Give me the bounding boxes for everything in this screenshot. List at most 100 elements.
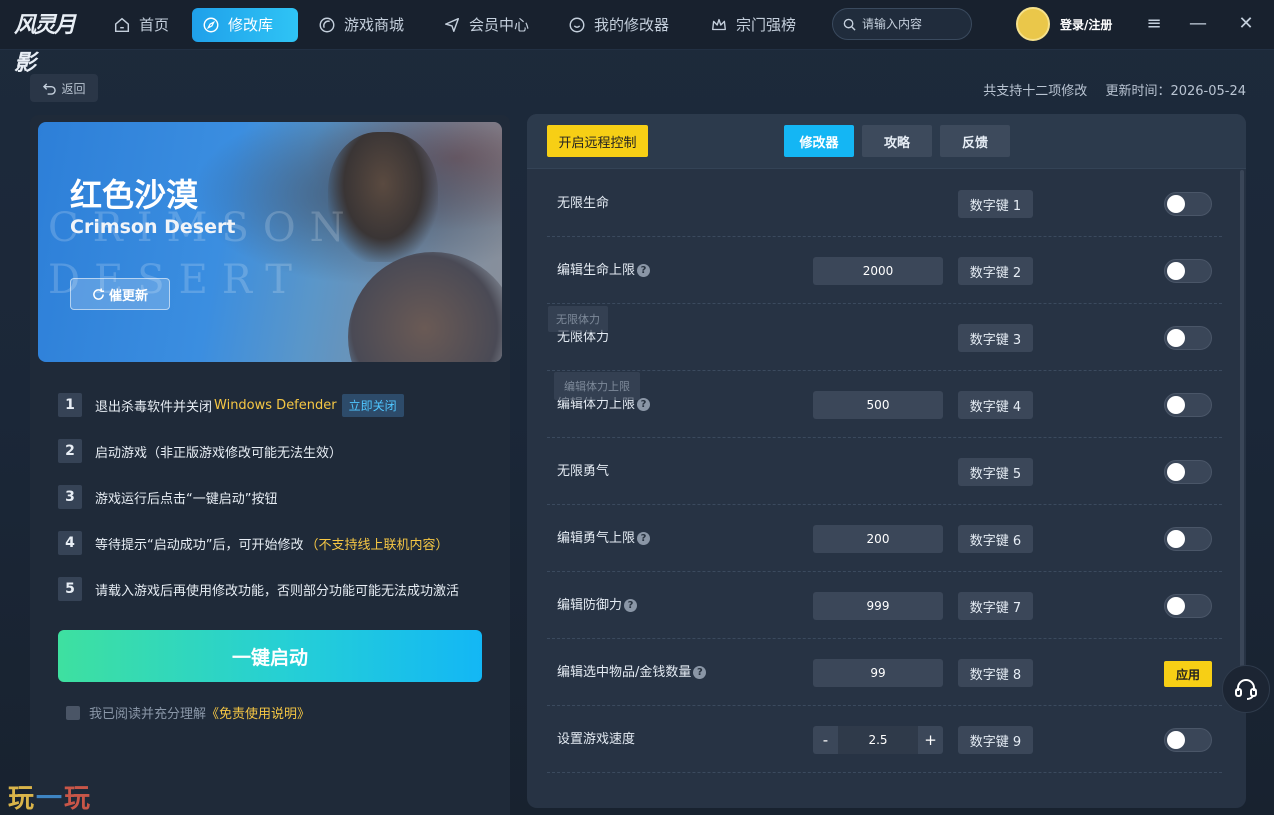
cheat-row: 编辑勇气上限? 数字键 6: [547, 505, 1222, 572]
hotkey-badge[interactable]: 数字键 2: [958, 257, 1033, 285]
cheat-label-text: 编辑防御力: [557, 598, 623, 613]
urge-update-label: 催更新: [108, 288, 148, 304]
login-register-link[interactable]: 登录/注册: [1060, 16, 1112, 33]
disable-defender-button[interactable]: 立即关闭: [341, 393, 404, 417]
value-input[interactable]: [813, 525, 943, 553]
cheat-row: 无限生命 数字键 1: [547, 170, 1222, 237]
customer-support-button[interactable]: [1222, 665, 1270, 713]
menu-icon[interactable]: ≡: [1142, 12, 1166, 36]
step-item: 1 退出杀毒软件并关闭 Windows Defender 立即关闭: [58, 392, 404, 418]
cheat-label-text: 无限生命: [557, 196, 610, 211]
search-input[interactable]: [862, 17, 962, 31]
search-box[interactable]: [832, 8, 972, 40]
nav-home-label: 首页: [139, 16, 170, 34]
hotkey-badge[interactable]: 数字键 4: [958, 391, 1033, 419]
toggle-knob: [1167, 329, 1185, 347]
hotkey-badge[interactable]: 数字键 6: [958, 525, 1033, 553]
cheat-toggle[interactable]: [1164, 393, 1212, 417]
home-icon: [114, 17, 130, 33]
step-highlight: Windows Defender: [214, 397, 337, 413]
hotkey-badge[interactable]: 数字键 1: [958, 190, 1033, 218]
step-highlight: （不支持线上联机内容）: [305, 537, 449, 553]
cheat-toggle[interactable]: [1164, 326, 1212, 350]
scrollbar[interactable]: [1240, 170, 1244, 690]
value-input[interactable]: [813, 592, 943, 620]
help-icon[interactable]: ?: [637, 532, 651, 545]
hotkey-badge[interactable]: 数字键 9: [958, 726, 1033, 754]
increment-button[interactable]: +: [918, 726, 943, 754]
compass-icon: [203, 17, 219, 33]
back-arrow-icon: [43, 82, 57, 95]
game-subtitle: Crimson Desert: [70, 216, 236, 238]
headset-icon: [1235, 679, 1257, 700]
step-number: 4: [58, 531, 82, 555]
speed-value[interactable]: 2.5: [838, 726, 918, 754]
hotkey-badge[interactable]: 数字键 7: [958, 592, 1033, 620]
game-banner: CRIMSON DESERT 红色沙漠 Crimson Desert 催更新: [38, 122, 502, 362]
step-text: 请载入游戏后再使用修改功能，否则部分功能可能无法成功激活: [95, 583, 460, 599]
help-icon[interactable]: ?: [624, 599, 638, 612]
cheat-toggle[interactable]: [1164, 460, 1212, 484]
hotkey-badge[interactable]: 数字键 5: [958, 458, 1033, 486]
remote-control-button[interactable]: 开启远程控制: [547, 125, 648, 157]
game-title: 红色沙漠: [70, 176, 199, 214]
cheat-label: 无限勇气: [557, 438, 609, 505]
step-number: 5: [58, 577, 82, 601]
urge-update-button[interactable]: 催更新: [70, 278, 170, 310]
cheat-toggle[interactable]: [1164, 192, 1212, 216]
brand-char-1: 玩: [8, 784, 37, 814]
help-icon[interactable]: ?: [693, 666, 707, 679]
app-logo[interactable]: 风灵月影: [14, 6, 84, 76]
value-input[interactable]: [813, 391, 943, 419]
brand-char-2: 一: [36, 784, 65, 814]
drag-ghost-tooltip: 无限体力: [548, 306, 608, 332]
nav-trainer-library[interactable]: 修改库: [192, 8, 298, 42]
brand-watermark: 玩一玩: [8, 778, 92, 815]
cheat-toggle[interactable]: [1164, 527, 1212, 551]
cheat-label: 编辑防御力?: [557, 572, 638, 639]
value-input[interactable]: [813, 659, 943, 687]
nav-my-trainers[interactable]: 我的修改器: [558, 8, 681, 42]
tab-feedback[interactable]: 反馈: [940, 125, 1010, 157]
tab-guide[interactable]: 攻略: [862, 125, 932, 157]
help-icon[interactable]: ?: [637, 264, 651, 277]
nav-game-store[interactable]: 游戏商城: [308, 8, 416, 42]
toggle-knob: [1167, 396, 1185, 414]
step-number: 3: [58, 485, 82, 509]
hotkey-badge[interactable]: 数字键 8: [958, 659, 1033, 687]
step-text: 启动游戏（非正版游戏修改可能无法生效）: [95, 445, 343, 461]
cheat-label-text: 编辑生命上限: [557, 263, 636, 278]
cheat-toggle[interactable]: [1164, 728, 1212, 752]
nav-game-store-label: 游戏商城: [344, 16, 405, 34]
cheat-label: 编辑生命上限?: [557, 237, 651, 304]
cheat-toggle[interactable]: [1164, 259, 1212, 283]
close-icon[interactable]: ✕: [1234, 12, 1258, 36]
apply-button[interactable]: 应用: [1164, 661, 1212, 687]
nav-sect-ranking[interactable]: 宗门强榜: [700, 8, 808, 42]
help-icon[interactable]: ?: [637, 398, 651, 411]
minimize-icon[interactable]: —: [1186, 12, 1210, 36]
cheat-label-text: 编辑勇气上限: [557, 531, 636, 546]
step-item: 3 游戏运行后点击“一键启动”按钮: [58, 484, 277, 510]
value-input[interactable]: [813, 257, 943, 285]
one-click-start-button[interactable]: 一键启动: [58, 630, 482, 682]
cheat-toggle[interactable]: [1164, 594, 1212, 618]
decrement-button[interactable]: -: [813, 726, 838, 754]
nav-membership[interactable]: 会员中心: [433, 8, 541, 42]
agreement-text: 我已阅读并充分理解: [89, 707, 207, 722]
toggle-knob: [1167, 195, 1185, 213]
trainer-header: 开启远程控制 修改器 攻略 反馈: [527, 114, 1246, 169]
agreement-checkbox[interactable]: [66, 705, 80, 720]
avatar[interactable]: [1016, 7, 1050, 41]
nav-sect-ranking-label: 宗门强榜: [736, 16, 797, 34]
top-nav-bar: 风灵月影 首页 修改库 游戏商城 会员中心 我的修改器 宗门强榜 登录/注册 ≡…: [0, 0, 1274, 76]
back-button[interactable]: 返回: [30, 74, 98, 102]
hotkey-badge[interactable]: 数字键 3: [958, 324, 1033, 352]
cheat-row: 编辑生命上限? 数字键 2: [547, 237, 1222, 304]
step-text: 等待提示“启动成功”后，可开始修改: [95, 537, 304, 553]
tab-trainer[interactable]: 修改器: [784, 125, 854, 157]
nav-home[interactable]: 首页: [103, 8, 181, 42]
disclaimer-link[interactable]: 《免责使用说明》: [206, 703, 310, 722]
nav-my-trainers-label: 我的修改器: [594, 16, 670, 34]
update-time: 更新时间：2026-05-24: [1105, 84, 1246, 99]
